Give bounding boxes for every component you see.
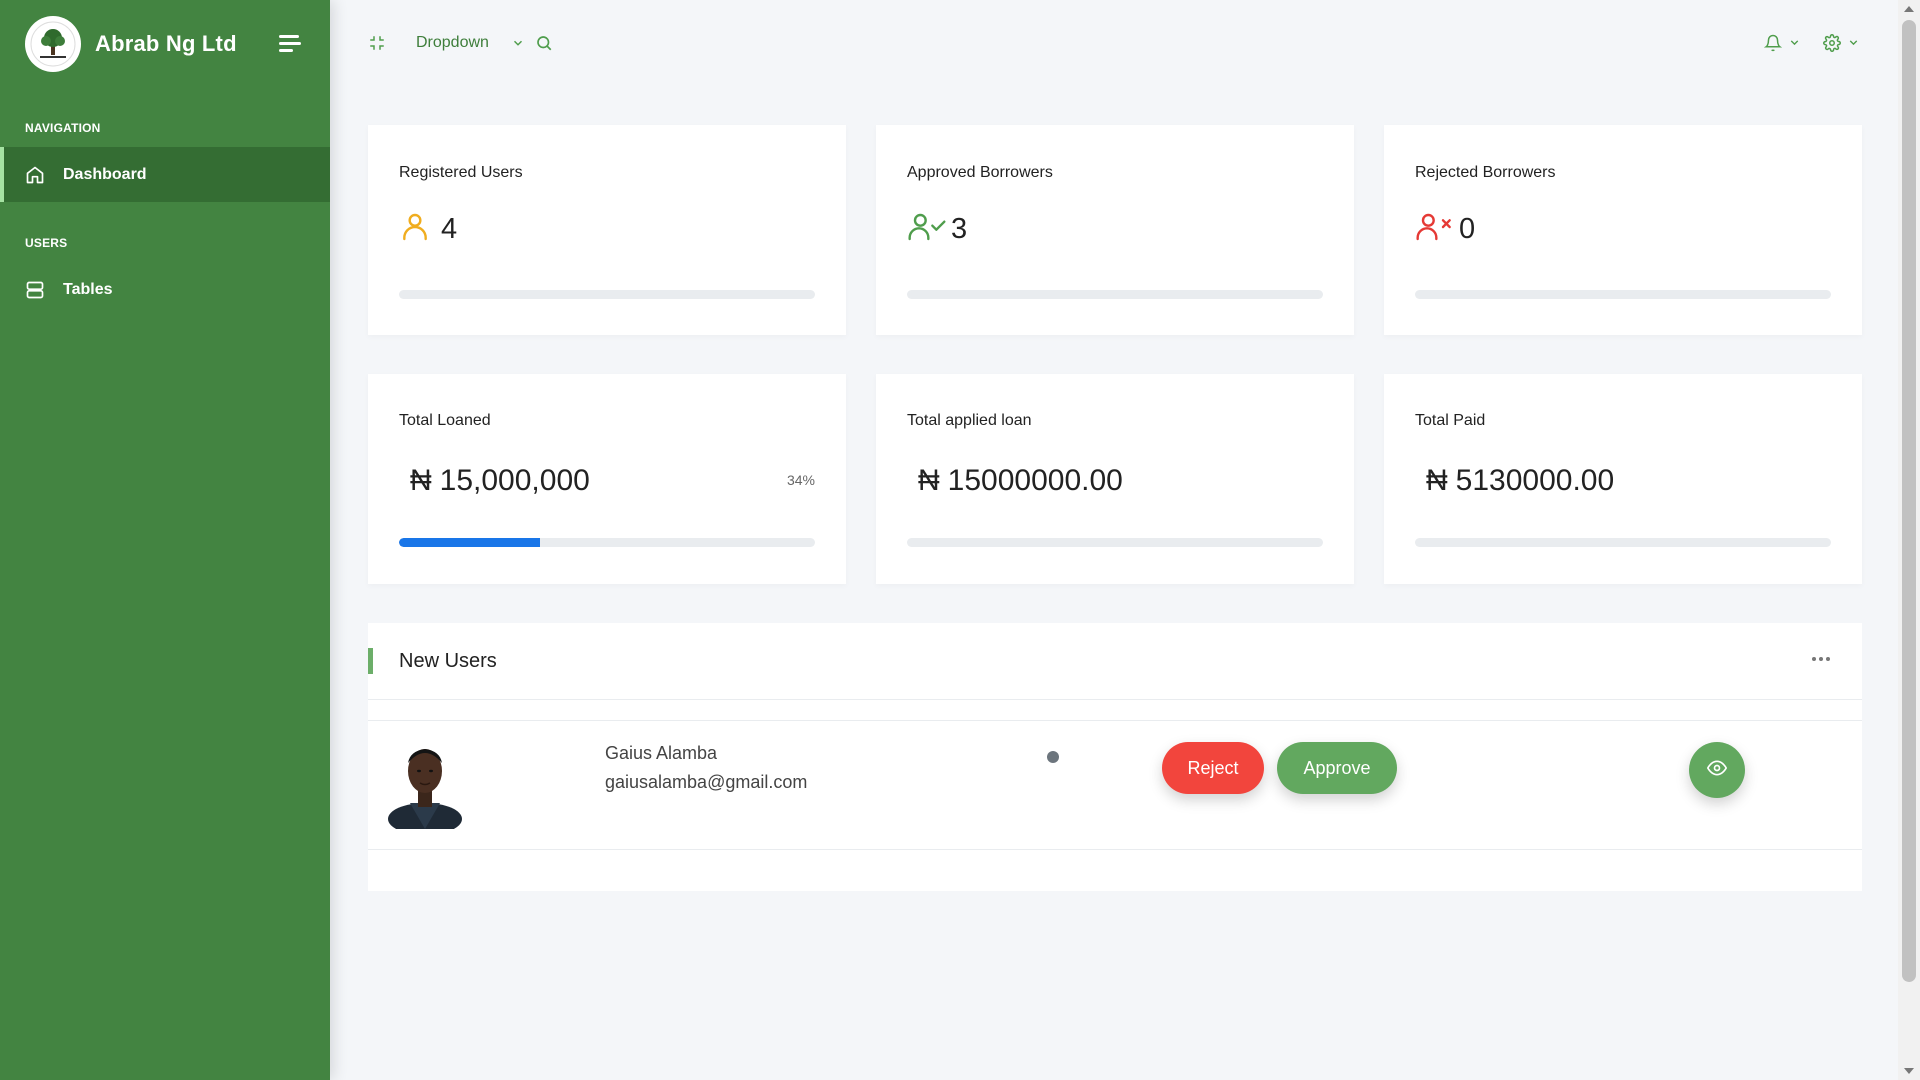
stat-card-approved-borrowers: Approved Borrowers 3: [876, 125, 1354, 335]
card-title: Total Paid: [1415, 412, 1486, 429]
eye-icon: [1706, 758, 1728, 783]
more-options-icon[interactable]: [1812, 657, 1830, 661]
scroll-down-arrow-icon[interactable]: [1904, 1068, 1914, 1074]
avatar: [388, 741, 462, 835]
stat-value: 0: [1459, 213, 1476, 245]
notifications-dropdown[interactable]: [1764, 34, 1801, 52]
brand-name: Abrab Ng Ltd: [95, 30, 237, 56]
sidebar: Abrab Ng Ltd NAVIGATION Dashboard USERS …: [0, 0, 330, 1080]
topbar: Dropdown: [330, 0, 1898, 85]
progress-bar: [907, 538, 1323, 547]
table-row: Gaius Alamba gaiusalamba@gmail.com Rejec…: [368, 720, 1862, 850]
amount-value: 15000000.00: [947, 464, 1123, 497]
gear-icon: [1823, 33, 1841, 52]
progress-bar: [907, 290, 1323, 299]
chevron-down-icon: [1788, 36, 1801, 49]
nav-section-navigation: NAVIGATION: [25, 121, 101, 135]
stat-card-total-paid: Total Paid ₦ 5130000.00: [1384, 374, 1862, 584]
approve-button[interactable]: Approve: [1277, 742, 1397, 794]
new-users-panel: New Users Gaius Alamba gaiusalamba@gmail…: [368, 623, 1862, 891]
home-icon: [25, 165, 45, 185]
panel-header: New Users: [368, 623, 1862, 700]
view-user-button[interactable]: [1689, 742, 1745, 798]
menu-toggle-icon[interactable]: [279, 31, 305, 56]
user-check-icon: [907, 210, 947, 249]
card-title: Total Loaned: [399, 412, 491, 429]
nav-section-users: USERS: [25, 236, 68, 250]
chevron-down-icon: [1847, 36, 1860, 49]
chevron-down-icon[interactable]: [511, 36, 525, 50]
progress-bar: [399, 538, 815, 547]
amount-value: 15,000,000: [439, 464, 590, 497]
stat-card-total-loaned: Total Loaned ₦ 15,000,000 34%: [368, 374, 846, 584]
amount-value: 5130000.00: [1455, 464, 1615, 497]
stat-card-total-applied-loan: Total applied loan ₦ 15000000.00: [876, 374, 1354, 584]
progress-fill: [399, 538, 541, 547]
scroll-up-arrow-icon[interactable]: [1904, 6, 1914, 12]
reject-button[interactable]: Reject: [1162, 742, 1264, 794]
dropdown-menu[interactable]: Dropdown: [416, 34, 489, 52]
card-title: Rejected Borrowers: [1415, 164, 1556, 181]
minimize-icon[interactable]: [368, 34, 386, 52]
vertical-scrollbar[interactable]: [1898, 0, 1920, 1080]
stat-card-registered-users: Registered Users 4: [368, 125, 846, 335]
user-name: Gaius Alamba: [605, 743, 718, 763]
sidebar-item-label: Tables: [63, 280, 113, 298]
stat-value: 4: [441, 213, 458, 245]
naira-currency-symbol: ₦: [918, 464, 940, 497]
card-title: Approved Borrowers: [907, 164, 1053, 181]
user-email: gaiusalamba@gmail.com: [605, 772, 808, 792]
sidebar-item-label: Dashboard: [63, 165, 147, 183]
sidebar-item-tables[interactable]: Tables: [0, 262, 330, 317]
bell-icon: [1764, 34, 1782, 52]
sidebar-item-dashboard[interactable]: Dashboard: [0, 147, 330, 202]
stat-card-rejected-borrowers: Rejected Borrowers 0: [1384, 125, 1862, 335]
progress-bar: [399, 290, 815, 299]
scrollbar-thumb[interactable]: [1902, 20, 1916, 982]
company-logo[interactable]: [25, 15, 81, 72]
panel-title: New Users: [399, 649, 497, 672]
stat-value: 3: [951, 213, 968, 245]
naira-currency-symbol: ₦: [410, 464, 432, 497]
brand: Abrab Ng Ltd: [0, 0, 330, 87]
naira-currency-symbol: ₦: [1426, 464, 1448, 497]
search-icon[interactable]: [535, 34, 553, 52]
status-indicator: [1047, 751, 1059, 763]
user-x-icon: [1415, 210, 1455, 249]
card-title: Total applied loan: [907, 412, 1032, 429]
progress-percent: 34%: [786, 472, 815, 488]
user-icon: [399, 210, 431, 249]
settings-dropdown[interactable]: [1823, 33, 1860, 52]
server-icon: [25, 280, 45, 300]
tree-logo-icon: [30, 21, 76, 66]
card-title: Registered Users: [399, 164, 523, 181]
progress-bar: [1415, 290, 1831, 299]
progress-bar: [1415, 538, 1831, 547]
header-accent-bar: [368, 648, 373, 674]
